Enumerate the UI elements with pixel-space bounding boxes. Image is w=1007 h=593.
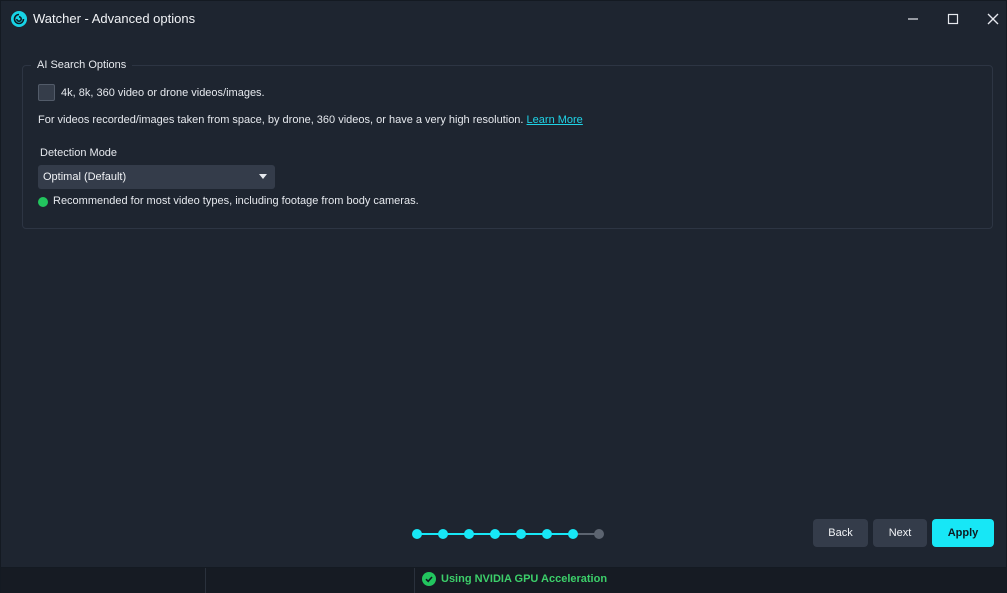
detection-mode-value: Optimal (Default) bbox=[43, 171, 127, 183]
watcher-logo-icon bbox=[11, 11, 27, 27]
learn-more-link[interactable]: Learn More bbox=[527, 114, 583, 126]
back-button[interactable]: Back bbox=[813, 519, 868, 547]
recommendation-text: Recommended for most video types, includ… bbox=[53, 195, 419, 207]
close-button[interactable] bbox=[979, 7, 1007, 31]
maximize-icon bbox=[947, 13, 959, 25]
detection-mode-label: Detection Mode bbox=[40, 147, 118, 159]
status-bar-divider bbox=[205, 568, 206, 593]
description-text: For videos recorded/images taken from sp… bbox=[38, 114, 524, 126]
title-bar[interactable]: Watcher - Advanced options bbox=[1, 1, 1006, 37]
step-dot bbox=[490, 529, 500, 539]
close-icon bbox=[987, 13, 999, 25]
check-circle-icon bbox=[422, 572, 436, 586]
detection-mode-select[interactable]: Optimal (Default) bbox=[38, 165, 275, 189]
high-res-checkbox[interactable] bbox=[38, 84, 55, 101]
apply-button[interactable]: Apply bbox=[932, 519, 994, 547]
recommended-status-icon bbox=[38, 197, 48, 207]
high-res-description: For videos recorded/images taken from sp… bbox=[38, 114, 583, 127]
group-legend: AI Search Options bbox=[31, 58, 133, 72]
minimize-button[interactable] bbox=[899, 7, 927, 31]
next-button[interactable]: Next bbox=[873, 519, 927, 547]
advanced-options-window: Watcher - Advanced options AI Search Opt… bbox=[0, 0, 1007, 593]
chevron-down-icon bbox=[259, 174, 267, 179]
step-dot bbox=[438, 529, 448, 539]
status-bar-divider bbox=[414, 568, 415, 593]
step-progress-track bbox=[412, 529, 604, 539]
minimize-icon bbox=[908, 18, 918, 20]
step-dot bbox=[568, 529, 578, 539]
step-dot bbox=[594, 529, 604, 539]
window-title: Watcher - Advanced options bbox=[33, 11, 196, 26]
step-progress bbox=[411, 527, 607, 539]
step-dot bbox=[516, 529, 526, 539]
step-dot bbox=[542, 529, 552, 539]
step-dot bbox=[412, 529, 422, 539]
maximize-button[interactable] bbox=[939, 7, 967, 31]
gpu-acceleration-status: Using NVIDIA GPU Acceleration bbox=[441, 573, 608, 585]
high-res-checkbox-label[interactable]: 4k, 8k, 360 video or drone videos/images… bbox=[61, 87, 265, 100]
step-dot bbox=[464, 529, 474, 539]
